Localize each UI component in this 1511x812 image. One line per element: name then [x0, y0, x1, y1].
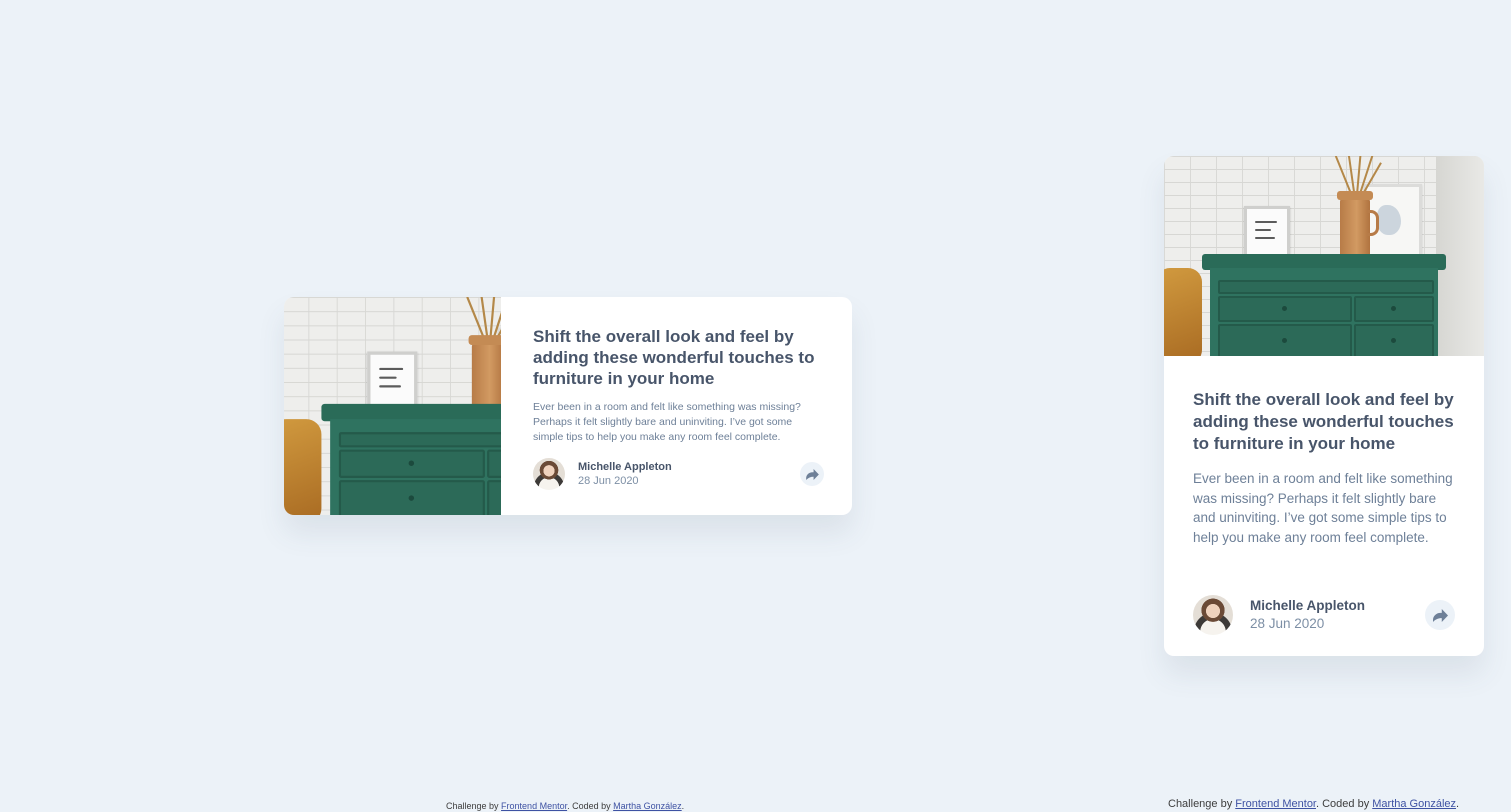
attribution-prefix: Challenge by	[1168, 798, 1236, 810]
attribution: Challenge by Frontend Mentor. Coded by M…	[1168, 798, 1459, 810]
share-arrow-icon	[1432, 608, 1448, 622]
attribution-middle: . Coded by	[1316, 798, 1373, 810]
article-title: Shift the overall look and feel by addin…	[1193, 390, 1454, 453]
attribution-prefix: Challenge by	[446, 801, 502, 811]
author-name: Michelle Appleton	[578, 461, 672, 473]
attribution: Challenge by Frontend Mentor. Coded by M…	[446, 801, 684, 811]
desktop-preview: Shift the overall look and feel by addin…	[0, 0, 1134, 812]
article-excerpt: Ever been in a room and felt like someth…	[1193, 471, 1453, 545]
article-content: Shift the overall look and feel by addin…	[501, 297, 852, 515]
author-row: Michelle Appleton 28 Jun 2020	[1193, 595, 1455, 635]
article-preview-card: Shift the overall look and feel by addin…	[284, 297, 852, 515]
share-button[interactable]	[800, 462, 824, 486]
attribution-suffix: .	[1456, 798, 1460, 810]
author-row: Michelle Appleton 28 Jun 2020	[533, 458, 824, 490]
article-excerpt: Ever been in a room and felt like someth…	[533, 401, 801, 443]
publish-date: 28 Jun 2020	[578, 475, 639, 487]
coder-link[interactable]: Martha González	[1372, 798, 1456, 810]
share-arrow-icon	[805, 468, 819, 480]
coder-link[interactable]: Martha González	[613, 801, 682, 811]
attribution-suffix: .	[681, 801, 685, 811]
frontend-mentor-link[interactable]: Frontend Mentor	[1235, 798, 1316, 810]
mobile-preview: Shift the overall look and feel by addin…	[1134, 0, 1511, 812]
author-avatar	[533, 458, 565, 490]
author-meta: Michelle Appleton 28 Jun 2020	[578, 460, 672, 488]
author-meta: Michelle Appleton 28 Jun 2020	[1250, 597, 1365, 633]
share-button[interactable]	[1425, 600, 1455, 630]
author-name: Michelle Appleton	[1250, 598, 1366, 613]
article-preview-card: Shift the overall look and feel by addin…	[1164, 156, 1484, 656]
article-image	[1164, 156, 1484, 356]
frontend-mentor-link[interactable]: Frontend Mentor	[501, 801, 567, 811]
article-title: Shift the overall look and feel by addin…	[533, 327, 815, 388]
author-avatar	[1193, 595, 1233, 635]
article-image	[284, 297, 501, 515]
attribution-middle: . Coded by	[567, 801, 614, 811]
publish-date: 28 Jun 2020	[1250, 616, 1325, 631]
